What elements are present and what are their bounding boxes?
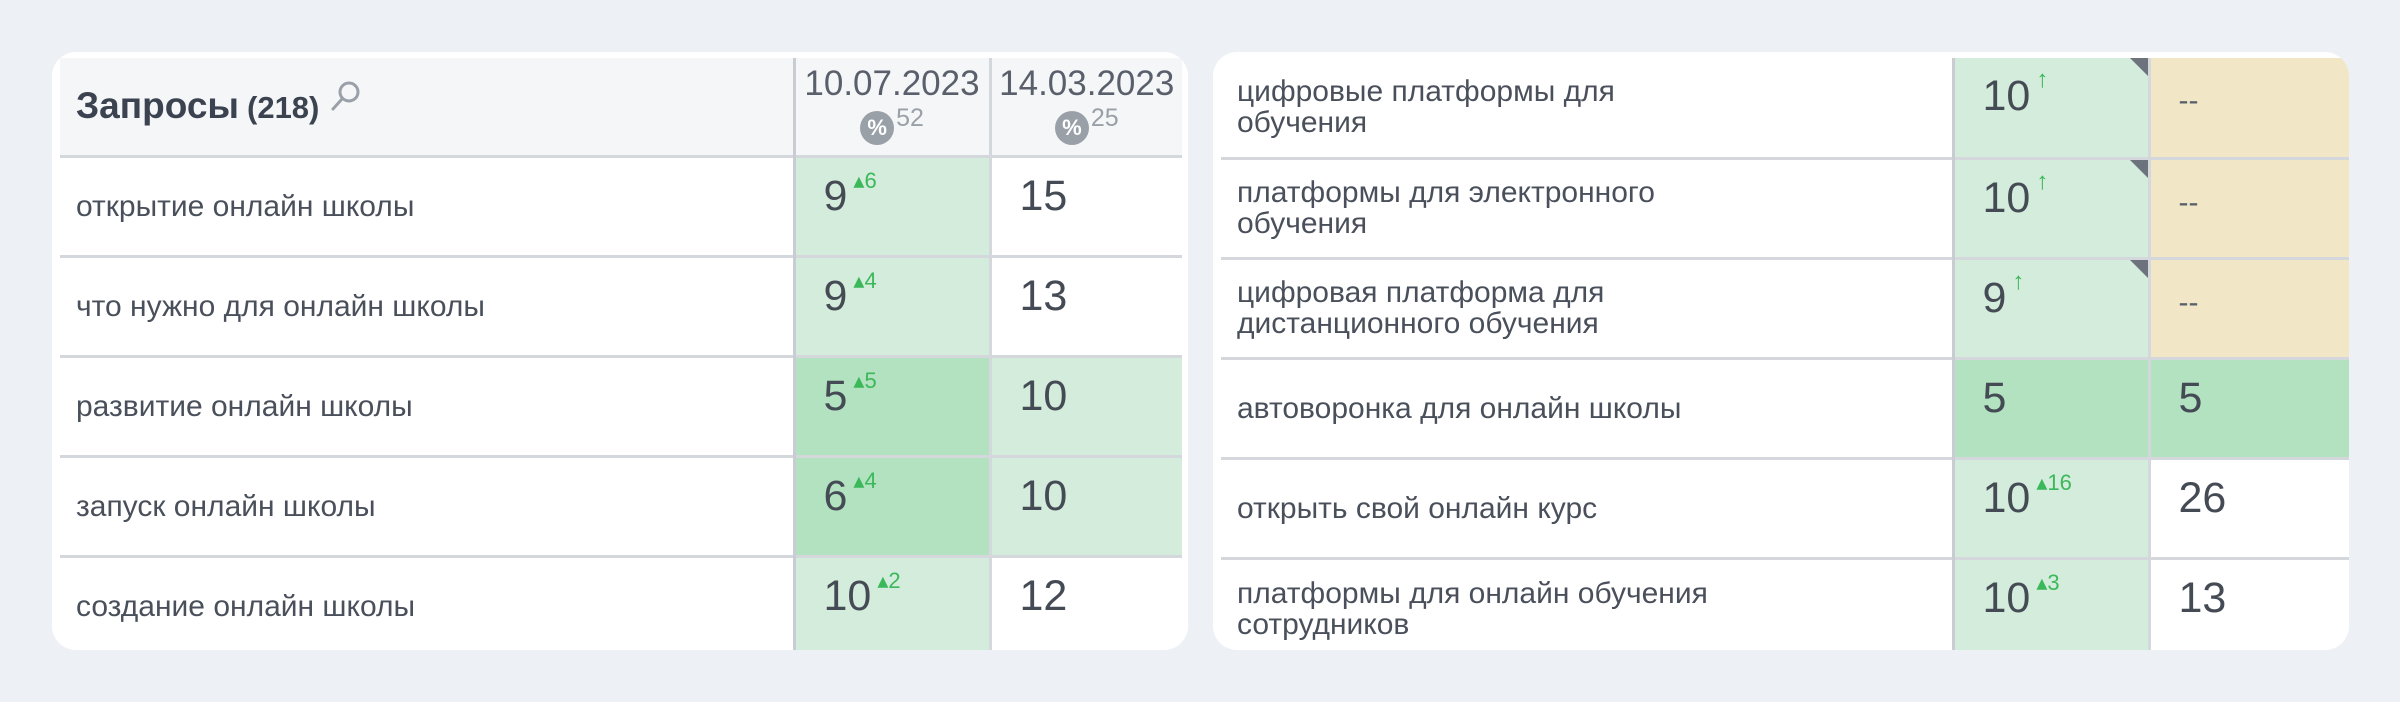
position-cell: 10 ↑ (1953, 156, 2151, 258)
query-count: (218) (247, 90, 320, 126)
position-delta: ▴4 (853, 467, 877, 493)
arrow-up-icon: ↑ (2036, 167, 2049, 195)
note-corner-icon[interactable] (2129, 159, 2148, 178)
position-cell: -- (2149, 156, 2349, 258)
keyword-cell[interactable]: цифровая платформа для дистанционного обу… (1221, 256, 1955, 358)
position-cell: 6 ▴4 (794, 454, 992, 556)
date-column-1[interactable]: 10.07.2023 % 52 (794, 58, 992, 156)
queries-table-continued: цифровые платформы для обучения 10 ↑ -- пл… (1221, 58, 2349, 650)
keyword-cell[interactable]: развитие онлайн школы (60, 354, 796, 456)
date-label: 10.07.2023 (804, 64, 980, 103)
percent-icon: % (1054, 110, 1089, 145)
position-cell: 9 ↑ (1953, 256, 2151, 358)
position-cell: 10 (990, 454, 1182, 556)
table-header: Запросы (218) 10.07.2023 % 52 14.03.2023 %… (60, 58, 1182, 156)
arrow-up-icon: ↑ (2036, 66, 2049, 93)
table-row: что нужно для онлайн школы 9 ▴4 13 (60, 254, 1182, 356)
position-cell: 10 ▴16 (1953, 456, 2151, 558)
keyword-cell[interactable]: открыть свой онлайн курс (1221, 456, 1955, 558)
position-cell: 10 ▴2 (794, 554, 992, 650)
position-cell: -- (2149, 256, 2349, 358)
table-row: создание онлайн школы 10 ▴2 12 (60, 554, 1182, 650)
keyword-cell[interactable]: запуск онлайн школы (60, 454, 796, 556)
keyword-cell[interactable]: платформы для онлайн обучения сотрудников (1221, 556, 1955, 650)
keyword-cell[interactable]: открытие онлайн школы (60, 154, 796, 256)
position-cell: 15 (990, 154, 1182, 256)
percent-value: 52 (896, 104, 924, 132)
table-row: платформы для электронного обучения 10 ↑ -… (1221, 156, 2349, 258)
table-row: цифровые платформы для обучения 10 ↑ -- (1221, 58, 2349, 158)
queries-panel-left: Запросы (218) 10.07.2023 % 52 14.03.2023 %… (52, 52, 1188, 650)
note-corner-icon[interactable] (2129, 58, 2148, 76)
keyword-cell[interactable]: создание онлайн школы (60, 554, 796, 650)
table-row: развитие онлайн школы 5 ▴5 10 (60, 354, 1182, 456)
position-delta: ▴3 (2036, 569, 2060, 595)
position-cell: 5 (1953, 356, 2151, 458)
position-delta: ▴4 (853, 267, 877, 293)
search-icon[interactable] (329, 79, 363, 122)
table-row: запуск онлайн школы 6 ▴4 10 (60, 454, 1182, 556)
queries-table: Запросы (218) 10.07.2023 % 52 14.03.2023 %… (60, 58, 1182, 650)
table-row: платформы для онлайн обучения сотрудников… (1221, 556, 2349, 650)
position-delta: ▴2 (877, 567, 901, 593)
date-label: 14.03.2023 (999, 64, 1175, 103)
table-row: открытие онлайн школы 9 ▴6 15 (60, 154, 1182, 256)
position-cell: 12 (990, 554, 1182, 650)
keyword-cell[interactable]: что нужно для онлайн школы (60, 254, 796, 356)
position-delta: ▴16 (2036, 469, 2072, 495)
header-title-cell: Запросы (218) (60, 58, 796, 156)
position-cell: 10 (990, 354, 1182, 456)
percent-icon: % (860, 110, 895, 145)
table-row: цифровая платформа для дистанционного обу… (1221, 256, 2349, 358)
date-column-2[interactable]: 14.03.2023 % 25 (990, 58, 1182, 156)
position-cell: 9 ▴4 (794, 254, 992, 356)
position-cell: 5 ▴5 (794, 354, 992, 456)
position-delta: ▴5 (853, 367, 877, 393)
keyword-cell[interactable]: цифровые платформы для обучения (1221, 58, 1955, 158)
position-cell: 5 (2149, 356, 2349, 458)
position-cell: 9 ▴6 (794, 154, 992, 256)
table-row: открыть свой онлайн курс 10 ▴16 26 (1221, 456, 2349, 558)
position-cell: -- (2149, 58, 2349, 158)
table-row: автоворонка для онлайн школы 5 5 (1221, 356, 2349, 458)
percent-value: 25 (1090, 104, 1119, 132)
position-delta: ▴6 (853, 167, 877, 193)
page-title: Запросы (76, 85, 239, 127)
position-cell: 26 (2149, 456, 2349, 558)
note-corner-icon[interactable] (2129, 259, 2148, 278)
position-cell: 13 (2149, 556, 2349, 650)
position-cell: 10 ↑ (1953, 58, 2151, 158)
position-cell: 10 ▴3 (1953, 556, 2151, 650)
keyword-cell[interactable]: платформы для электронного обучения (1221, 156, 1955, 258)
arrow-up-icon: ↑ (2012, 267, 2025, 295)
keyword-cell[interactable]: автоворонка для онлайн школы (1221, 356, 1955, 458)
position-cell: 13 (990, 254, 1182, 356)
queries-panel-right: цифровые платформы для обучения 10 ↑ -- пл… (1213, 52, 2349, 650)
